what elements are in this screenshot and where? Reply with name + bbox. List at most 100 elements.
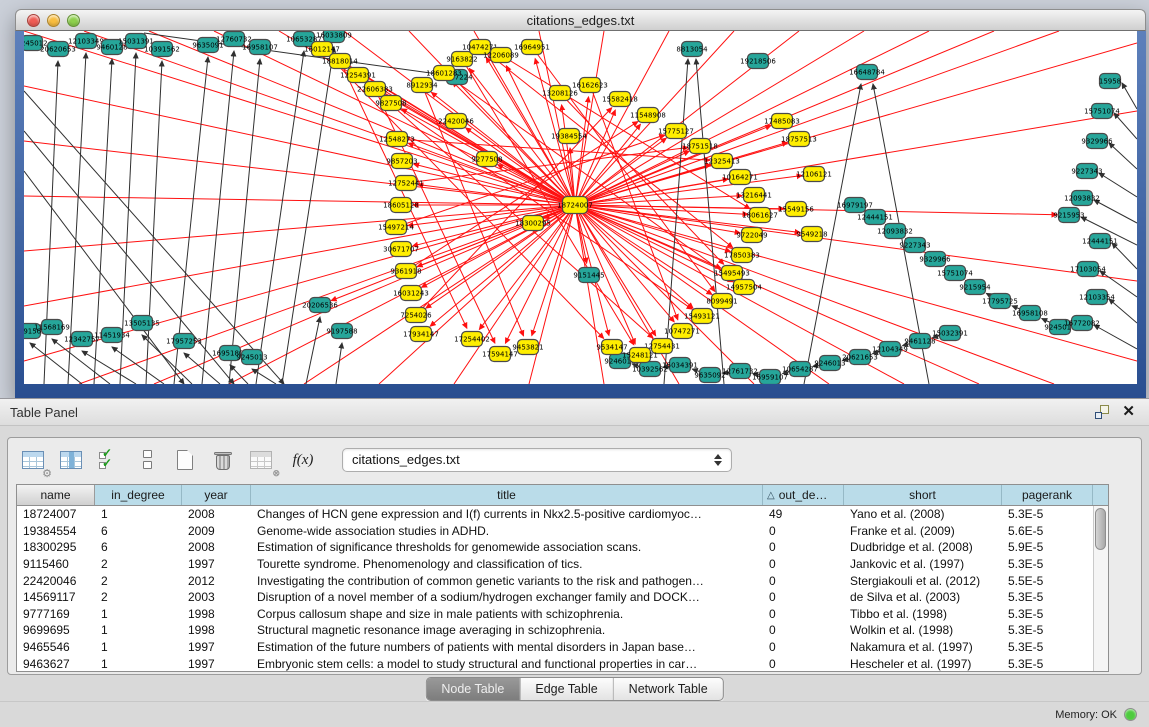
- graph-node[interactable]: 12103354: [1079, 290, 1115, 305]
- column-header-name[interactable]: name: [17, 485, 95, 505]
- graph-node[interactable]: 30671707: [383, 242, 419, 257]
- window-close-button[interactable]: [27, 14, 40, 27]
- column-header-short[interactable]: short: [844, 485, 1002, 505]
- window-titlebar[interactable]: citations_edges.txt: [15, 9, 1146, 31]
- graph-node[interactable]: 17850383: [724, 248, 760, 263]
- selection-mode-button[interactable]: ✓ ✓: [96, 447, 122, 473]
- graph-node[interactable]: 18061627: [742, 208, 778, 223]
- graph-node[interactable]: 15751074: [937, 266, 973, 281]
- graph-node[interactable]: 11548908: [630, 108, 666, 123]
- window-minimize-button[interactable]: [47, 14, 60, 27]
- network-canvas[interactable]: 9245012206206531210334994601281503139110…: [24, 31, 1137, 384]
- graph-node[interactable]: 8912934: [406, 78, 438, 93]
- table-source-select[interactable]: citations_edges.txt: [342, 448, 732, 472]
- cell-name: 18300295: [17, 540, 95, 554]
- graph-node[interactable]: 14957504: [726, 280, 762, 295]
- graph-node[interactable]: 15751074: [1084, 104, 1120, 119]
- graph-node[interactable]: 17934147: [403, 327, 439, 342]
- graph-node[interactable]: 9722049: [736, 228, 767, 243]
- table-row[interactable]: 977716911998Corpus callosum shape and si…: [17, 606, 1108, 623]
- show-columns-button[interactable]: [58, 447, 84, 473]
- graph-node[interactable]: 10747271: [664, 324, 700, 339]
- graph-node[interactable]: 9461128: [904, 334, 935, 349]
- svg-text:17957253: 17957253: [166, 338, 202, 346]
- graph-node[interactable]: 13216441: [736, 188, 772, 203]
- graph-node[interactable]: 12093832: [877, 224, 913, 239]
- graph-node[interactable]: 9246013: [814, 356, 845, 371]
- table-row[interactable]: 969969511998Structural magnetic resonanc…: [17, 622, 1108, 639]
- graph-node[interactable]: 15958: [1099, 74, 1121, 89]
- table-row[interactable]: 1456911722003Disruption of a novel membe…: [17, 589, 1108, 606]
- table-row[interactable]: 1872400712008Changes of HCN gene express…: [17, 506, 1108, 523]
- graph-node[interactable]: 9215954: [959, 280, 991, 295]
- graph-node[interactable]: 12093832: [1064, 191, 1100, 206]
- svg-text:9197588: 9197588: [326, 328, 357, 336]
- graph-node[interactable]: 16648784: [849, 65, 885, 80]
- graph-node[interactable]: 9549218: [796, 227, 827, 242]
- graph-node[interactable]: 8099491: [706, 294, 737, 309]
- graph-node[interactable]: 9329966: [919, 252, 951, 267]
- graph-node[interactable]: 9227343: [1071, 164, 1102, 179]
- new-column-button[interactable]: [172, 447, 198, 473]
- graph-node[interactable]: 12548273: [379, 132, 415, 147]
- graph-node[interactable]: 9151445: [573, 268, 604, 283]
- row-height-button[interactable]: [134, 447, 160, 473]
- delete-table-button[interactable]: ⊗: [248, 447, 274, 473]
- vertical-scrollbar[interactable]: [1093, 506, 1108, 671]
- float-panel-icon[interactable]: [1095, 405, 1109, 419]
- table-row[interactable]: 2242004622012Investigating the contribut…: [17, 572, 1108, 589]
- function-builder-button[interactable]: f(x): [286, 447, 320, 473]
- graph-node[interactable]: 12752441: [388, 176, 424, 191]
- delete-column-button[interactable]: [210, 447, 236, 473]
- close-panel-icon[interactable]: ✕: [1122, 403, 1135, 421]
- column-header-out_de[interactable]: △out_de…: [763, 485, 844, 505]
- graph-node[interactable]: 12106121: [796, 167, 832, 182]
- graph-node[interactable]: 19384554: [551, 129, 587, 144]
- graph-node[interactable]: 7254026: [400, 308, 432, 323]
- graph-node[interactable]: 15493121: [684, 309, 720, 324]
- tab-network-table[interactable]: Network Table: [613, 678, 723, 700]
- graph-node[interactable]: 15549156: [778, 202, 814, 217]
- table-panel-header[interactable]: Table Panel ✕: [0, 399, 1149, 426]
- table-row[interactable]: 1830029562008Estimation of significance …: [17, 539, 1108, 556]
- graph-node[interactable]: 17957253: [166, 334, 202, 349]
- graph-node[interactable]: 9215953: [1053, 208, 1084, 223]
- graph-node[interactable]: 8813054: [676, 42, 708, 57]
- graph-node[interactable]: 18605128: [383, 198, 419, 213]
- tab-node-table[interactable]: Node Table: [426, 678, 519, 700]
- graph-node[interactable]: 17103054: [1070, 262, 1106, 277]
- graph-node[interactable]: 13505135: [124, 316, 160, 331]
- graph-node[interactable]: 9635092: [694, 368, 725, 383]
- scrollbar-thumb[interactable]: [1095, 508, 1106, 550]
- svg-text:9549218: 9549218: [796, 231, 827, 239]
- graph-node[interactable]: 9857203: [386, 154, 417, 169]
- column-header-year[interactable]: year: [182, 485, 251, 505]
- graph-node[interactable]: 15582418: [602, 92, 638, 107]
- column-header-pagerank[interactable]: pagerank: [1002, 485, 1093, 505]
- cell-out_de: 0: [763, 623, 844, 637]
- window-zoom-button[interactable]: [67, 14, 80, 27]
- graph-node[interactable]: 16031243: [393, 286, 429, 301]
- graph-node[interactable]: 17254402: [454, 332, 490, 347]
- graph-node[interactable]: 15032391: [932, 326, 968, 341]
- graph-node[interactable]: 18751518: [682, 139, 718, 154]
- svg-text:9827508: 9827508: [375, 100, 406, 108]
- svg-text:15031391: 15031391: [118, 38, 154, 46]
- graph-node[interactable]: 9329966: [1081, 134, 1113, 149]
- column-header-title[interactable]: title: [251, 485, 763, 505]
- table-row[interactable]: 911546021997Tourette syndrome. Phenomeno…: [17, 556, 1108, 573]
- tab-edge-table[interactable]: Edge Table: [519, 678, 612, 700]
- column-header-in_degree[interactable]: in_degree: [95, 485, 182, 505]
- graph-node[interactable]: 9197588: [326, 324, 357, 339]
- table-row[interactable]: 946554611997Estimation of the future num…: [17, 639, 1108, 656]
- table-row[interactable]: 946362711997Embryonic stem cells: a mode…: [17, 655, 1108, 672]
- graph-node[interactable]: 9361918: [390, 264, 421, 279]
- table-row[interactable]: 1938455462009Genome-wide association stu…: [17, 523, 1108, 540]
- graph-edge: [1109, 143, 1137, 169]
- table-settings-button[interactable]: ⚙: [20, 447, 46, 473]
- graph-node[interactable]: 15497214: [378, 220, 414, 235]
- graph-node[interactable]: 16964951: [514, 40, 550, 55]
- graph-node[interactable]: 18724007: [557, 197, 593, 214]
- graph-node[interactable]: 12444151: [1082, 234, 1118, 249]
- graph-node[interactable]: 19218506: [740, 54, 776, 69]
